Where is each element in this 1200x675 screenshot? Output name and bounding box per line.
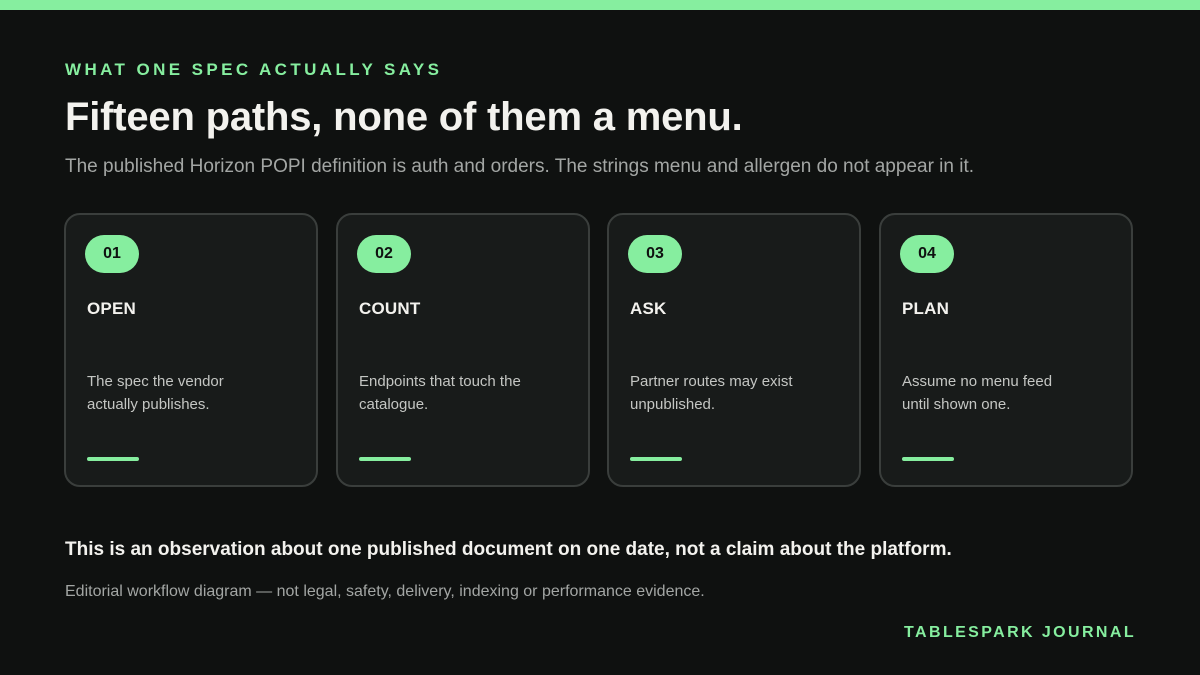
step-card-ask: 03 ASK Partner routes may exist unpublis… [607, 213, 861, 487]
step-card-plan: 04 PLAN Assume no menu feed until shown … [879, 213, 1133, 487]
step-accent-line [87, 457, 139, 461]
disclaimer-text: Editorial workflow diagram — not legal, … [65, 583, 705, 600]
step-number-badge: 02 [357, 235, 411, 273]
top-accent-bar [0, 0, 1200, 10]
step-accent-line [359, 457, 411, 461]
step-cards: 01 OPEN The spec the vendor actually pub… [64, 213, 1136, 491]
step-number-badge: 01 [85, 235, 139, 273]
page-subtitle: The published Horizon POPI definition is… [65, 156, 975, 177]
eyebrow-label: WHAT ONE SPEC ACTUALLY SAYS [65, 60, 443, 79]
step-description: Partner routes may exist unpublished. [630, 373, 793, 413]
step-title: PLAN [902, 299, 950, 318]
step-number-badge: 04 [900, 235, 954, 273]
page-title: Fifteen paths, none of them a menu. [65, 95, 743, 139]
step-card-count: 02 COUNT Endpoints that touch the catalo… [336, 213, 590, 487]
step-accent-line [630, 457, 682, 461]
step-card-open: 01 OPEN The spec the vendor actually pub… [64, 213, 318, 487]
step-description: The spec the vendor actually publishes. [87, 373, 224, 413]
observation-note: This is an observation about one publish… [65, 539, 952, 560]
step-accent-line [902, 457, 954, 461]
step-number-badge: 03 [628, 235, 682, 273]
step-description: Endpoints that touch the catalogue. [359, 373, 521, 413]
step-title: OPEN [87, 299, 136, 318]
step-description: Assume no menu feed until shown one. [902, 373, 1053, 413]
step-title: COUNT [359, 299, 421, 318]
step-title: ASK [630, 299, 667, 318]
brand-wordmark: TABLESPARK JOURNAL [904, 624, 1136, 641]
